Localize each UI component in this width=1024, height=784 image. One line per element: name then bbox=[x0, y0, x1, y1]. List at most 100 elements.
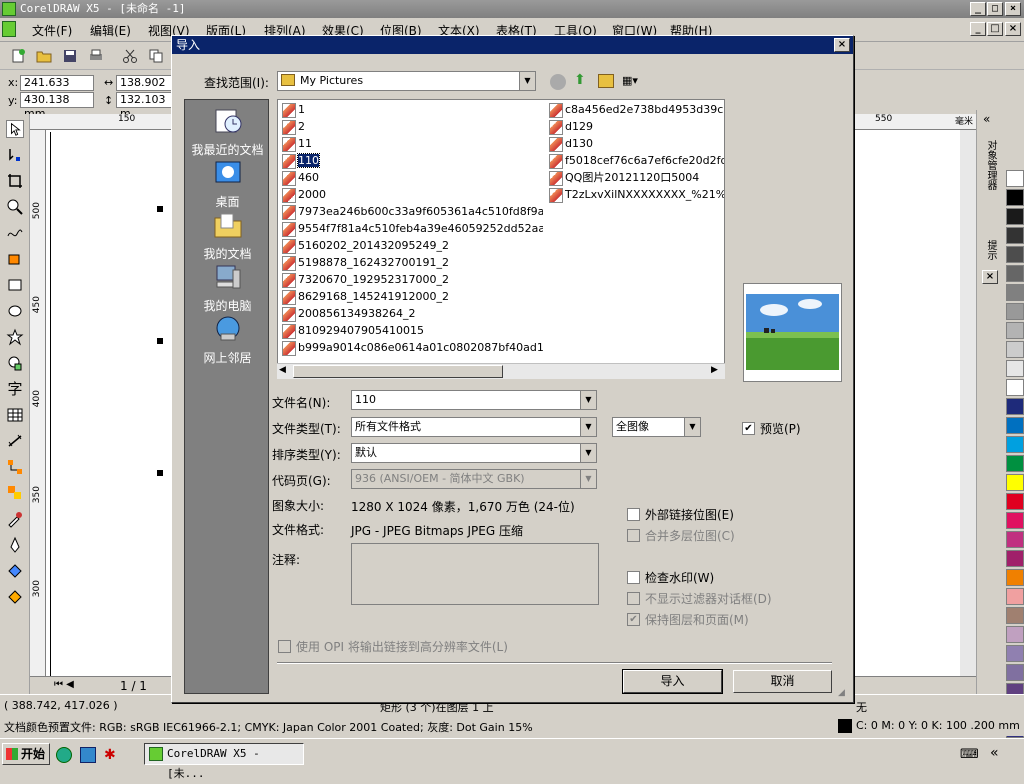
color-swatch[interactable] bbox=[1006, 246, 1024, 263]
list-item[interactable]: T2zLxvXilNXXXXXXXX_%21%2136 bbox=[548, 186, 724, 203]
back-icon[interactable] bbox=[550, 74, 566, 90]
basic-shapes-tool-icon[interactable] bbox=[6, 354, 24, 372]
file-list[interactable]: 1 2 11 110 460 2000 7973ea246b600c33a9f6… bbox=[277, 99, 725, 379]
outline-pen-tool-icon[interactable] bbox=[6, 536, 24, 554]
zoom-tool-icon[interactable] bbox=[6, 198, 24, 216]
copy-icon[interactable] bbox=[148, 48, 164, 64]
place-my-documents[interactable]: 我的文档 bbox=[185, 210, 270, 262]
quicklaunch-icon[interactable]: ✱ bbox=[104, 747, 120, 763]
eyedropper-tool-icon[interactable] bbox=[6, 510, 24, 528]
chevron-down-icon[interactable]: ▼ bbox=[684, 418, 700, 436]
color-swatch[interactable] bbox=[1006, 360, 1024, 377]
list-item[interactable]: 5198878_162432700191_2 bbox=[281, 254, 543, 271]
scroll-left-icon[interactable]: ◀ bbox=[279, 365, 286, 375]
polygon-tool-icon[interactable] bbox=[6, 328, 24, 346]
start-button[interactable]: 开始 bbox=[2, 743, 50, 765]
cancel-button[interactable]: 取消 bbox=[733, 670, 832, 693]
list-item-selected[interactable]: 110 bbox=[281, 152, 543, 169]
list-item[interactable]: 9554f7f81a4c510feb4a39e46059252dd52aa556 bbox=[281, 220, 543, 237]
color-profile-info[interactable]: 文档颜色预置文件: RGB: sRGB IEC61966-2.1; CMYK: … bbox=[4, 719, 533, 735]
ellipse-tool-icon[interactable] bbox=[6, 302, 24, 320]
docker-collapse-icon[interactable]: « bbox=[983, 112, 990, 126]
list-item[interactable]: c8a456ed2e738bd4953d39c5a18 bbox=[548, 101, 724, 118]
width-field[interactable]: 138.902 m bbox=[116, 75, 172, 103]
menu-edit[interactable]: 编辑(E) bbox=[90, 22, 131, 39]
import-button[interactable]: 导入 bbox=[622, 669, 723, 694]
color-swatch[interactable] bbox=[1006, 341, 1024, 358]
y-position-field[interactable]: 430.138 mm bbox=[20, 92, 94, 120]
list-item[interactable]: b999a9014c086e0614a01c0802087bf40ad1cb6c bbox=[281, 339, 543, 356]
list-item[interactable]: 7320670_192952317000_2 bbox=[281, 271, 543, 288]
list-item[interactable]: d130 bbox=[548, 135, 724, 152]
table-tool-icon[interactable] bbox=[6, 406, 24, 424]
scroll-thumb[interactable] bbox=[293, 365, 503, 378]
color-swatch[interactable] bbox=[1006, 607, 1024, 624]
color-swatch[interactable] bbox=[1006, 531, 1024, 548]
preview-checkbox[interactable]: ✔ 预览(P) bbox=[742, 422, 801, 436]
pick-tool-icon[interactable] bbox=[6, 120, 24, 138]
watermark-checkbox[interactable]: 检查水印(W) bbox=[627, 571, 714, 585]
crop-tool-icon[interactable] bbox=[6, 172, 24, 190]
place-my-computer[interactable]: 我的电脑 bbox=[185, 262, 270, 314]
color-swatch[interactable] bbox=[1006, 512, 1024, 529]
selection-handle[interactable] bbox=[157, 470, 163, 476]
hints-tab[interactable]: 提示 bbox=[983, 240, 998, 260]
color-swatch[interactable] bbox=[1006, 189, 1024, 206]
list-item[interactable]: 810929407905410015 bbox=[281, 322, 543, 339]
color-swatch[interactable] bbox=[1006, 664, 1024, 681]
color-swatch[interactable] bbox=[1006, 303, 1024, 320]
color-swatch[interactable] bbox=[1006, 284, 1024, 301]
smart-fill-tool-icon[interactable] bbox=[6, 250, 24, 268]
color-swatch[interactable] bbox=[1006, 455, 1024, 472]
dimension-tool-icon[interactable] bbox=[6, 432, 24, 450]
list-item[interactable]: 2 bbox=[281, 118, 543, 135]
dialog-close-button[interactable]: × bbox=[834, 38, 850, 52]
text-tool-icon[interactable]: 字 bbox=[6, 380, 24, 398]
list-item[interactable]: 460 bbox=[281, 169, 543, 186]
fullimage-select[interactable]: 全图像 ▼ bbox=[612, 417, 701, 437]
interactive-fill-tool-icon[interactable] bbox=[6, 588, 24, 606]
tray-expand-icon[interactable]: « bbox=[990, 745, 999, 761]
chevron-down-icon[interactable]: ▼ bbox=[519, 72, 535, 90]
filetype-select[interactable]: 所有文件格式 ▼ bbox=[351, 417, 597, 437]
maximize-button[interactable]: □ bbox=[987, 2, 1003, 16]
keyboard-icon[interactable]: ⌨ bbox=[960, 747, 979, 762]
color-swatch[interactable] bbox=[1006, 474, 1024, 491]
save-icon[interactable] bbox=[62, 48, 78, 64]
resize-grip-icon[interactable]: ◢ bbox=[838, 688, 850, 700]
color-swatch[interactable] bbox=[1006, 417, 1024, 434]
list-item[interactable]: d129 bbox=[548, 118, 724, 135]
list-item[interactable]: 8629168_145241912000_2 bbox=[281, 288, 543, 305]
new-document-icon[interactable] bbox=[10, 48, 26, 64]
view-menu-icon[interactable]: ▦▾ bbox=[622, 74, 644, 90]
color-swatch[interactable] bbox=[1006, 265, 1024, 282]
task-coreldraw[interactable]: CorelDRAW X5 - [未... bbox=[144, 743, 304, 780]
place-recent[interactable]: 我最近的文档 bbox=[185, 106, 270, 158]
doc-close-button[interactable]: × bbox=[1005, 22, 1021, 36]
height-field[interactable]: 132.103 m bbox=[116, 92, 172, 120]
media-player-icon[interactable] bbox=[56, 747, 72, 763]
chevron-down-icon[interactable]: ▼ bbox=[580, 418, 596, 436]
place-desktop[interactable]: 桌面 bbox=[185, 158, 270, 210]
external-link-checkbox[interactable]: 外部链接位图(E) bbox=[627, 508, 734, 522]
color-swatch[interactable] bbox=[1006, 208, 1024, 225]
doc-minimize-button[interactable]: _ bbox=[970, 22, 986, 36]
print-icon[interactable] bbox=[88, 48, 104, 64]
close-button[interactable]: × bbox=[1005, 2, 1021, 16]
object-manager-tab[interactable]: 对象管理器 bbox=[983, 140, 998, 190]
checkbox-checked[interactable]: ✔ bbox=[742, 422, 755, 435]
sort-select[interactable]: 默认 ▼ bbox=[351, 443, 597, 463]
color-swatch[interactable] bbox=[1006, 626, 1024, 643]
rectangle-tool-icon[interactable] bbox=[6, 276, 24, 294]
color-swatch[interactable] bbox=[1006, 569, 1024, 586]
up-folder-icon[interactable]: ⬆ bbox=[574, 72, 590, 88]
color-swatch[interactable] bbox=[1006, 398, 1024, 415]
chevron-down-icon[interactable]: ▼ bbox=[580, 444, 596, 462]
lookin-dropdown[interactable]: My Pictures ▼ bbox=[277, 71, 536, 91]
filename-input[interactable]: 110 ▼ bbox=[351, 390, 597, 410]
selection-handle[interactable] bbox=[157, 206, 163, 212]
color-swatch[interactable] bbox=[1006, 493, 1024, 510]
x-position-field[interactable]: 241.633 mm bbox=[20, 75, 94, 103]
blend-tool-icon[interactable] bbox=[6, 484, 24, 502]
list-item[interactable]: f5018cef76c6a7ef6cfe20d2fdf bbox=[548, 152, 724, 169]
